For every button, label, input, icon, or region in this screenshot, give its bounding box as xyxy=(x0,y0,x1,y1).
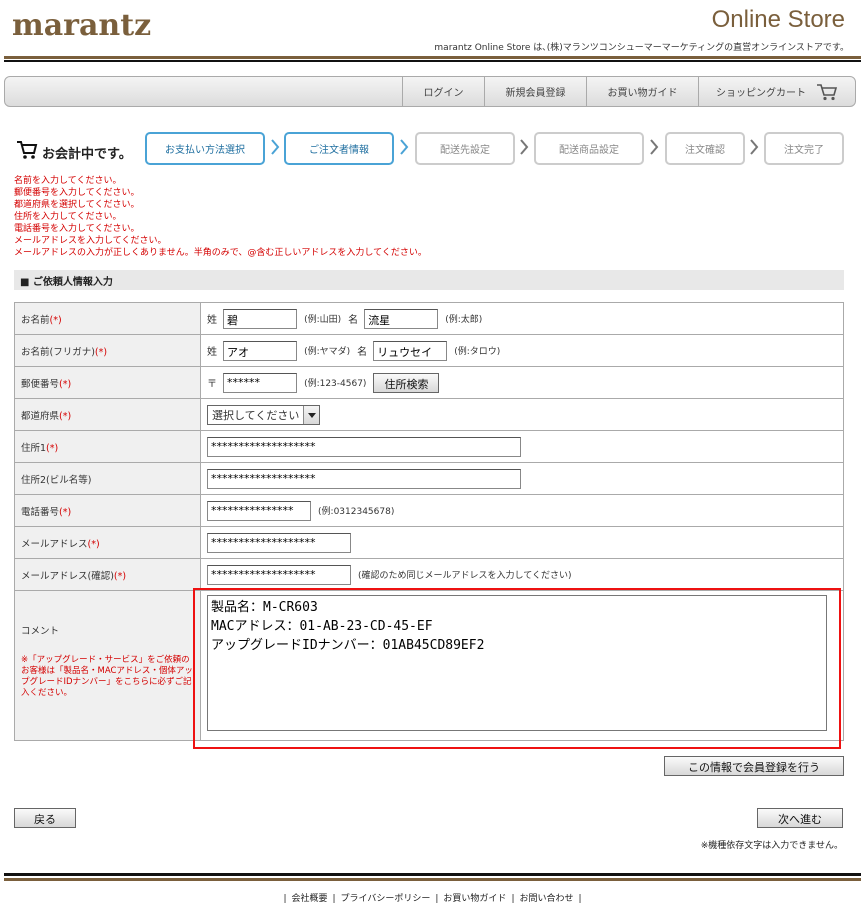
address2-input[interactable]: ******************* xyxy=(207,468,521,489)
error-message: 電話番号を入力してください。 xyxy=(14,224,140,234)
chevron-right-icon xyxy=(750,139,759,155)
phone-example: (例:0312345678) xyxy=(318,507,395,517)
tel-label: 電話番号(*) xyxy=(14,494,201,527)
comment-note: ※「アップグレード・サービス」をご依頼のお客様は「製品名・MACアドレス・個体ア… xyxy=(21,655,193,698)
member-register-button[interactable]: この情報で会員登録を行う xyxy=(664,756,844,776)
zip-label: 郵便番号(*) xyxy=(14,366,201,399)
footer-link-privacy[interactable]: プライバシーポリシー xyxy=(341,894,431,903)
comment-label: コメント xyxy=(21,626,60,637)
error-message: メールアドレスの入力が正しくありません。半角のみで、@含む正しいアドレスを入力し… xyxy=(14,248,427,258)
mei-label: 名 xyxy=(348,315,359,326)
last-name-example: (例:山田) xyxy=(304,315,342,325)
login-link[interactable]: ログイン xyxy=(402,77,484,106)
address-search-button[interactable]: 住所検索 xyxy=(373,372,440,393)
last-name-input[interactable]: 碧 xyxy=(223,308,298,329)
orderer-form: お名前(*) 姓 碧 (例:山田) 名 流星 (例:太郎) お名前(フリガナ)(… xyxy=(14,302,844,741)
chevron-right-icon xyxy=(400,139,409,155)
cart-icon xyxy=(16,140,38,164)
postal-mark: 〒 xyxy=(207,379,217,390)
sei-kana-label: 姓 xyxy=(207,347,217,358)
step-shipping-destination: 配送先設定 xyxy=(415,132,515,165)
footer-link-guide[interactable]: お買い物ガイド xyxy=(443,894,506,903)
error-message: メールアドレスを入力してください。 xyxy=(14,236,167,246)
step-order-complete: 注文完了 xyxy=(764,132,844,165)
footer-link-company[interactable]: 会社概要 xyxy=(291,894,327,903)
step-order-confirm: 注文確認 xyxy=(665,132,745,165)
sei-label: 姓 xyxy=(207,315,217,326)
zip-input[interactable]: ****** xyxy=(223,372,298,393)
email-confirm-note: (確認のため同じメールアドレスを入力してください) xyxy=(358,571,572,581)
first-name-kana-input[interactable]: リュウセイ xyxy=(373,340,448,361)
error-message: 名前を入力してください。 xyxy=(14,176,122,186)
character-note: ※機種依存文字は入力できません。 xyxy=(700,841,843,851)
store-description: marantz Online Store は､(株)マランツコンシューマーマーケ… xyxy=(434,43,849,53)
top-nav-bar: ログイン 新規会員登録 お買い物ガイド ショッピングカート xyxy=(4,76,856,107)
last-name-kana-input[interactable]: アオ xyxy=(223,340,298,361)
name-label: お名前(*) xyxy=(14,302,201,335)
chevron-right-icon xyxy=(650,139,659,155)
error-message: 郵便番号を入力してください。 xyxy=(14,188,140,198)
next-button[interactable]: 次へ進む xyxy=(757,808,843,828)
pref-label: 都道府県(*) xyxy=(14,398,201,431)
address2-label: 住所2(ビル名等) xyxy=(14,462,201,495)
footer-link-contact[interactable]: お問い合わせ xyxy=(519,894,573,903)
footer-divider-dark xyxy=(4,873,861,876)
address1-input[interactable]: ******************* xyxy=(207,436,521,457)
back-button[interactable]: 戻る xyxy=(14,808,76,828)
checkout-label: お会計中です。 xyxy=(42,146,132,162)
chevron-right-icon xyxy=(520,139,529,155)
step-payment-method: お支払い方法選択 xyxy=(145,132,265,165)
email-label: メールアドレス(*) xyxy=(14,526,201,559)
shopping-cart-link[interactable]: ショッピングカート xyxy=(698,77,855,106)
register-link[interactable]: 新規会員登録 xyxy=(484,77,586,106)
shopping-cart-label: ショッピングカート xyxy=(716,88,806,99)
phone-input[interactable]: *************** xyxy=(207,500,311,521)
marantz-logo[interactable]: marantz xyxy=(12,8,151,43)
footer-divider xyxy=(4,878,861,881)
header-divider xyxy=(4,56,861,59)
first-name-example: (例:太郎) xyxy=(445,315,483,325)
error-messages: 名前を入力してください。 郵便番号を入力してください。 都道府県を選択してくださ… xyxy=(14,175,427,259)
zip-example: (例:123-4567) xyxy=(304,379,367,389)
step-shipping-items: 配送商品設定 xyxy=(534,132,644,165)
shopping-guide-link[interactable]: お買い物ガイド xyxy=(586,77,698,106)
prefecture-selected: 選択してください xyxy=(212,408,300,422)
footer-links: | 会社概要 | プライバシーポリシー | お買い物ガイド | お問い合わせ | xyxy=(283,894,582,903)
comment-textarea[interactable]: 製品名：M-CR603 MACアドレス：01-AB-23-CD-45-EF アッ… xyxy=(207,595,827,731)
cart-icon xyxy=(816,83,838,101)
checkout-status: お会計中です。 xyxy=(16,140,132,164)
header-divider-dark xyxy=(4,60,861,62)
store-title: Online Store xyxy=(711,6,845,33)
comment-label-cell: コメント ※「アップグレード・サービス」をご依頼のお客様は「製品名・MACアドレ… xyxy=(14,590,201,741)
section-title: ■ ご依頼人情報入力 xyxy=(14,270,844,290)
last-name-kana-example: (例:ヤマダ) xyxy=(304,347,351,357)
step-orderer-info: ご注文者情報 xyxy=(284,132,394,165)
mei-kana-label: 名 xyxy=(357,347,368,358)
address1-label: 住所1(*) xyxy=(14,430,201,463)
email-confirm-input[interactable]: ******************* xyxy=(207,564,351,585)
email-confirm-label: メールアドレス(確認)(*) xyxy=(14,558,201,591)
email-input[interactable]: ******************* xyxy=(207,532,351,553)
kana-label: お名前(フリガナ)(*) xyxy=(14,334,201,367)
chevron-down-icon xyxy=(303,405,320,424)
chevron-right-icon xyxy=(271,139,280,155)
error-message: 住所を入力してください。 xyxy=(14,212,122,222)
first-name-kana-example: (例:タロウ) xyxy=(454,347,501,357)
prefecture-select[interactable]: 選択してください xyxy=(207,404,321,425)
first-name-input[interactable]: 流星 xyxy=(364,308,439,329)
error-message: 都道府県を選択してください。 xyxy=(14,200,140,210)
